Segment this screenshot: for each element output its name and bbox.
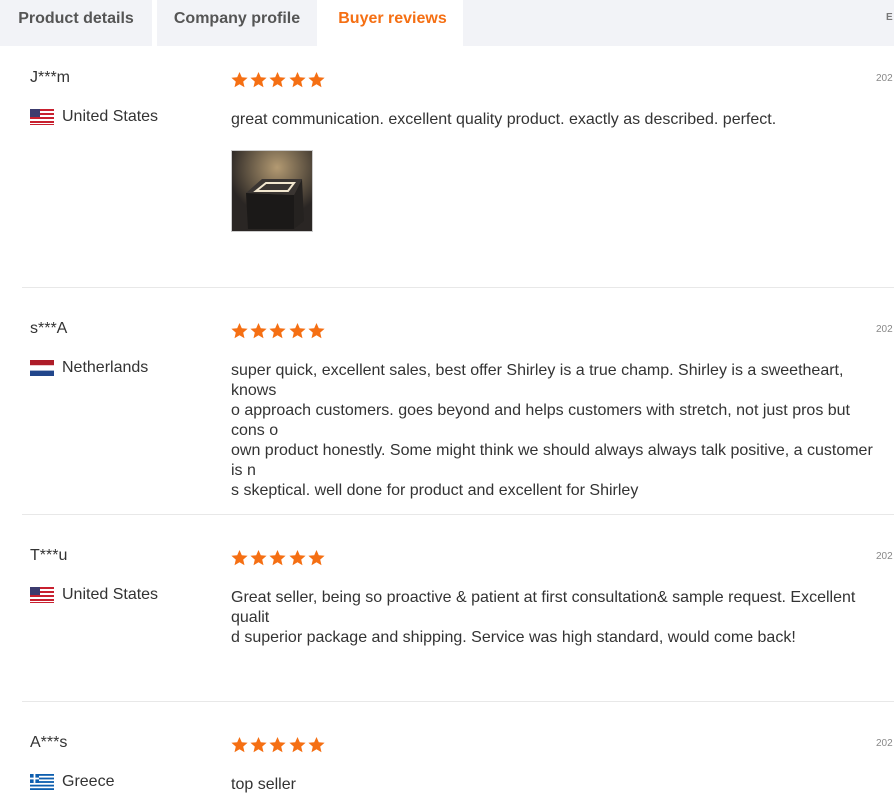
tab-bar: Product details Company profile Buyer re… bbox=[0, 0, 894, 47]
buyer-country: Netherlands bbox=[30, 359, 148, 377]
star-icon bbox=[250, 72, 267, 88]
nl-flag-icon bbox=[30, 360, 54, 376]
star-rating bbox=[230, 736, 326, 754]
star-icon bbox=[269, 323, 286, 339]
review-text: Great seller, being so proactive & patie… bbox=[231, 589, 856, 646]
country-name: United States bbox=[62, 108, 159, 125]
tab-company-profile[interactable]: Company profile bbox=[157, 0, 317, 46]
review-item: J***m United States 202 great communicat… bbox=[22, 46, 894, 288]
review-date: 202 bbox=[876, 738, 893, 749]
star-icon bbox=[269, 550, 286, 566]
star-icon bbox=[231, 550, 248, 566]
us-flag-icon bbox=[30, 109, 54, 125]
buyer-name: T***u bbox=[30, 547, 68, 564]
buyer-country: Greece bbox=[30, 773, 114, 791]
us-flag-icon bbox=[30, 587, 54, 603]
star-rating bbox=[230, 549, 326, 567]
buyer-name: J***m bbox=[30, 69, 71, 86]
star-icon bbox=[308, 737, 325, 753]
star-icon bbox=[269, 737, 286, 753]
review-date: 202 bbox=[876, 73, 893, 84]
star-rating bbox=[230, 322, 326, 340]
review-item: T***u United States 202 Great seller, be… bbox=[22, 514, 894, 702]
review-item: s***A Netherlands 202 super quick, excel… bbox=[22, 287, 894, 515]
star-rating bbox=[230, 71, 326, 89]
buyer-country: United States bbox=[30, 108, 158, 126]
tab-product-details[interactable]: Product details bbox=[0, 0, 152, 46]
country-name: Greece bbox=[62, 773, 115, 790]
review-date: 202 bbox=[876, 551, 893, 562]
gr-flag-icon bbox=[30, 774, 54, 790]
review-photo-image bbox=[232, 151, 312, 231]
buyer-country: United States bbox=[30, 586, 158, 604]
tab-buyer-reviews[interactable]: Buyer reviews bbox=[322, 0, 463, 47]
review-text: top seller bbox=[231, 776, 296, 793]
star-icon bbox=[308, 72, 325, 88]
star-icon bbox=[288, 550, 306, 566]
tab-overflow-label[interactable]: E bbox=[886, 12, 893, 23]
country-name: Netherlands bbox=[62, 359, 149, 376]
review-text: super quick, excellent sales, best offer… bbox=[231, 362, 873, 499]
star-icon bbox=[250, 323, 267, 339]
star-icon bbox=[231, 737, 248, 753]
buyer-name: A***s bbox=[30, 734, 68, 751]
buyer-name: s***A bbox=[30, 320, 68, 337]
star-icon bbox=[231, 72, 248, 88]
star-icon bbox=[269, 72, 286, 88]
country-name: United States bbox=[62, 586, 159, 603]
star-icon bbox=[231, 323, 248, 339]
star-icon bbox=[288, 737, 306, 753]
star-icon bbox=[288, 323, 306, 339]
star-icon bbox=[308, 550, 325, 566]
review-text: great communication. excellent quality p… bbox=[231, 111, 777, 128]
review-date: 202 bbox=[876, 324, 893, 335]
star-icon bbox=[250, 550, 267, 566]
review-photo[interactable] bbox=[231, 150, 313, 232]
star-icon bbox=[308, 323, 325, 339]
star-icon bbox=[288, 72, 306, 88]
review-item: A***s Greece 202 top seller bbox=[22, 701, 894, 811]
star-icon bbox=[250, 737, 267, 753]
